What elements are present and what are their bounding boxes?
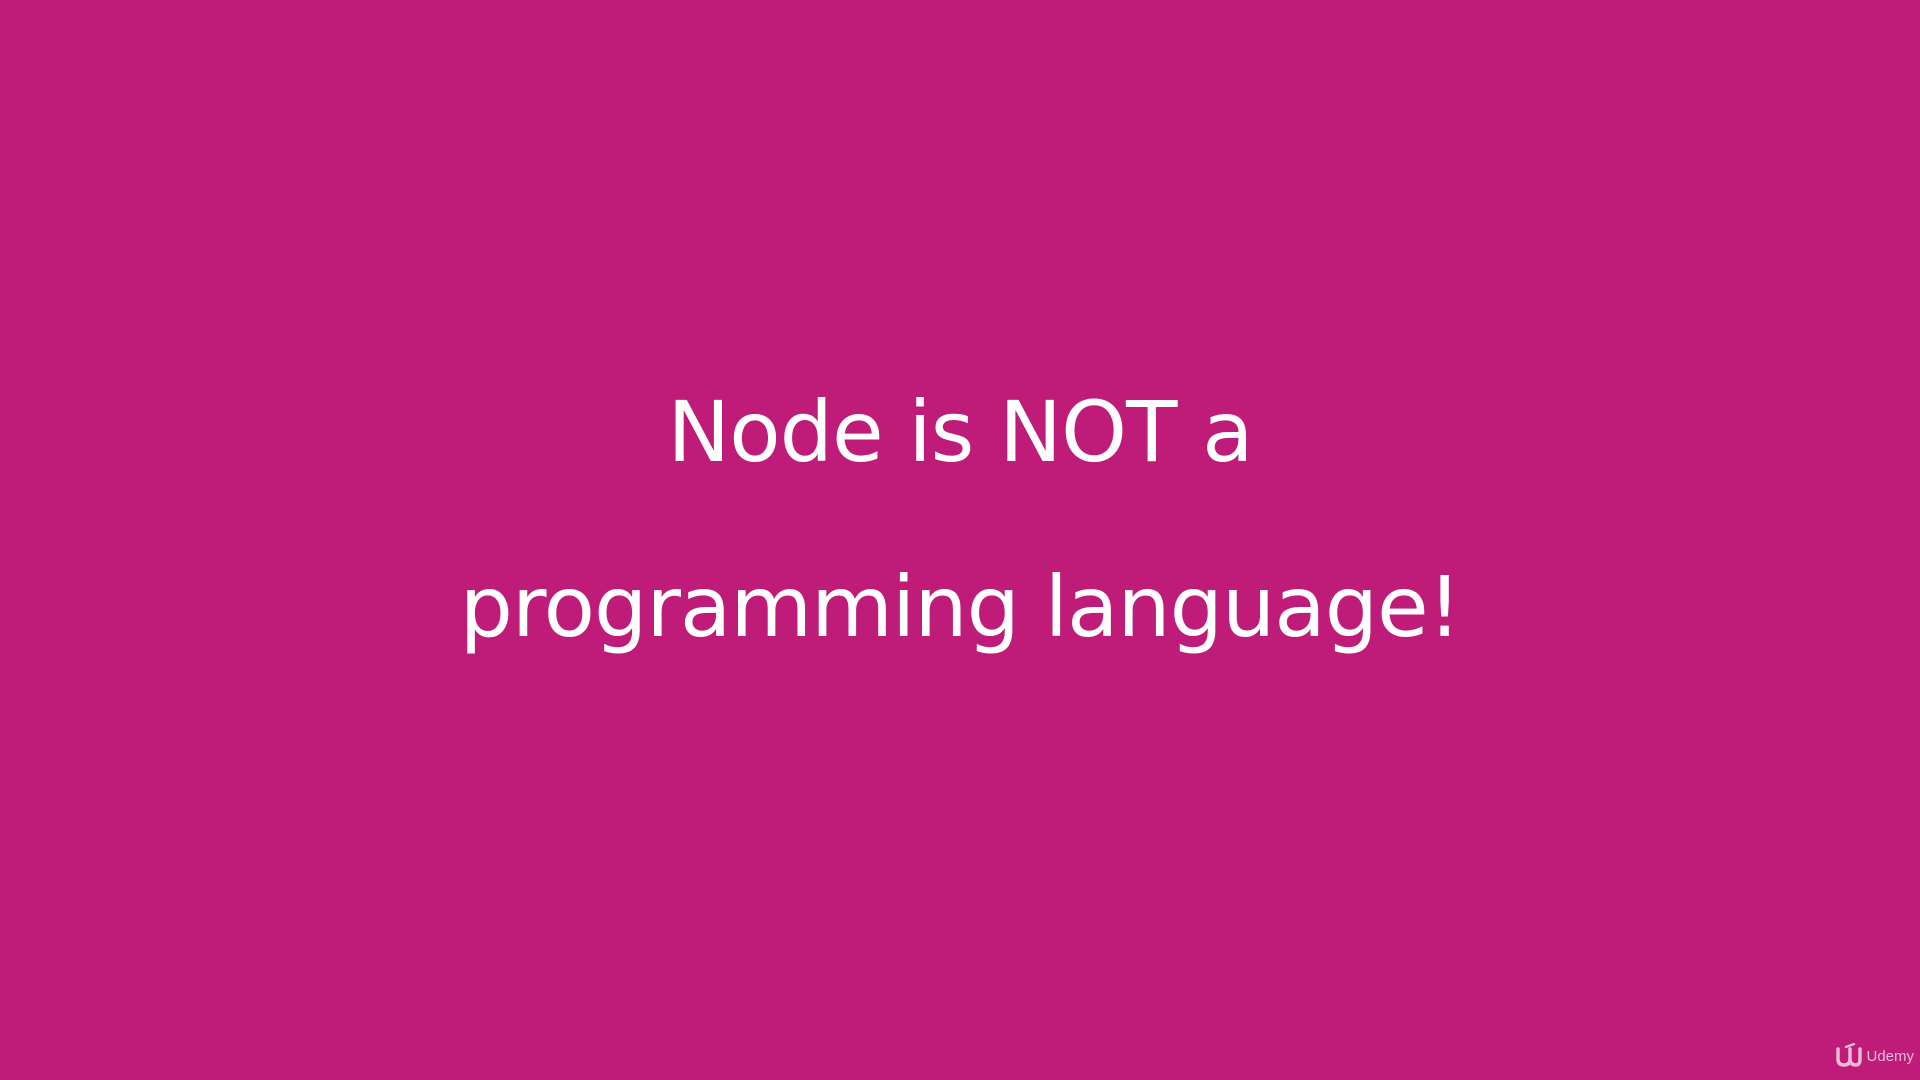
udemy-watermark: Udemy — [1834, 1042, 1914, 1070]
slide-canvas: Node is NOT a programming language! Udem… — [0, 0, 1920, 1080]
slide-headline-line-1: Node is NOT a — [667, 383, 1253, 481]
slide-headline-line-2: programming language! — [459, 558, 1462, 656]
udemy-watermark-text: Udemy — [1866, 1047, 1914, 1065]
udemy-logo-icon — [1836, 1043, 1863, 1067]
